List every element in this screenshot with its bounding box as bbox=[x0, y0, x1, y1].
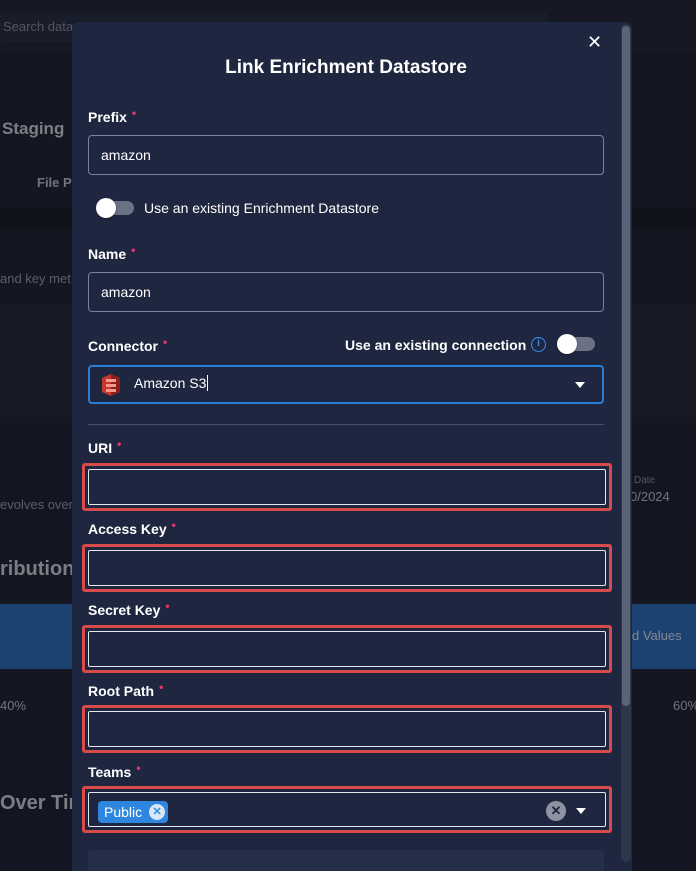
root-path-label-text: Root Path bbox=[88, 683, 155, 699]
use-existing-datastore-toggle[interactable] bbox=[96, 198, 134, 218]
toggle-knob bbox=[96, 198, 116, 218]
toggle-knob bbox=[557, 334, 577, 354]
amazon-s3-icon bbox=[102, 374, 120, 396]
name-label: Name • bbox=[88, 243, 136, 262]
secret-key-label-text: Secret Key bbox=[88, 602, 161, 618]
required-icon: • bbox=[117, 437, 122, 451]
prefix-input[interactable]: amazon bbox=[88, 135, 604, 175]
required-icon: • bbox=[131, 106, 137, 120]
access-key-label-text: Access Key bbox=[88, 521, 167, 537]
prefix-label-text: Prefix bbox=[88, 109, 127, 125]
next-field-block bbox=[88, 850, 604, 871]
secret-key-label: Secret Key • bbox=[88, 599, 170, 618]
required-icon: • bbox=[163, 335, 168, 349]
connector-value-text: Amazon S3 bbox=[134, 375, 207, 391]
root-path-label: Root Path • bbox=[88, 680, 164, 699]
modal-title: Link Enrichment Datastore bbox=[225, 57, 467, 78]
connector-label-text: Connector bbox=[88, 338, 158, 354]
chip-remove-icon[interactable]: ✕ bbox=[149, 804, 166, 820]
secret-key-input[interactable] bbox=[88, 631, 606, 667]
text-cursor bbox=[207, 375, 209, 391]
required-icon: • bbox=[165, 599, 170, 613]
teams-field-highlight: Public ✕ ✕ bbox=[82, 786, 612, 833]
access-key-input[interactable] bbox=[88, 550, 606, 586]
use-existing-connection-label: Use an existing connection bbox=[345, 337, 527, 353]
chevron-down-icon[interactable] bbox=[575, 382, 585, 388]
uri-input[interactable] bbox=[88, 469, 606, 505]
chevron-down-icon[interactable] bbox=[576, 808, 586, 814]
teams-label-text: Teams bbox=[88, 764, 132, 780]
required-icon: • bbox=[159, 680, 164, 694]
use-existing-connection-toggle[interactable] bbox=[557, 334, 595, 354]
team-chip-label: Public bbox=[104, 804, 143, 820]
access-key-label: Access Key • bbox=[88, 518, 176, 537]
root-path-field-highlight bbox=[82, 705, 612, 753]
close-icon[interactable]: ✕ bbox=[587, 33, 602, 51]
clear-icon[interactable]: ✕ bbox=[546, 801, 566, 821]
access-key-field-highlight bbox=[82, 544, 612, 592]
required-icon: • bbox=[136, 761, 141, 775]
name-label-text: Name bbox=[88, 246, 127, 262]
uri-field-highlight bbox=[82, 463, 612, 511]
teams-select[interactable]: Public ✕ ✕ bbox=[88, 792, 606, 827]
scrollbar-thumb[interactable] bbox=[622, 26, 630, 706]
use-existing-datastore-label: Use an existing Enrichment Datastore bbox=[144, 200, 379, 216]
connector-value: Amazon S3 bbox=[134, 375, 209, 391]
section-divider bbox=[88, 424, 604, 425]
secret-key-field-highlight bbox=[82, 625, 612, 673]
uri-label: URI • bbox=[88, 437, 122, 456]
connector-label: Connector • bbox=[88, 335, 168, 354]
root-path-input[interactable] bbox=[88, 711, 606, 747]
required-icon: • bbox=[171, 518, 176, 532]
info-icon[interactable]: i bbox=[531, 337, 546, 352]
teams-label: Teams • bbox=[88, 761, 141, 780]
prefix-label: Prefix • bbox=[88, 106, 137, 125]
connector-select[interactable]: Amazon S3 bbox=[88, 365, 604, 404]
name-input[interactable]: amazon bbox=[88, 272, 604, 312]
required-icon: • bbox=[131, 243, 136, 257]
uri-label-text: URI bbox=[88, 440, 113, 456]
team-chip[interactable]: Public ✕ bbox=[98, 801, 169, 823]
